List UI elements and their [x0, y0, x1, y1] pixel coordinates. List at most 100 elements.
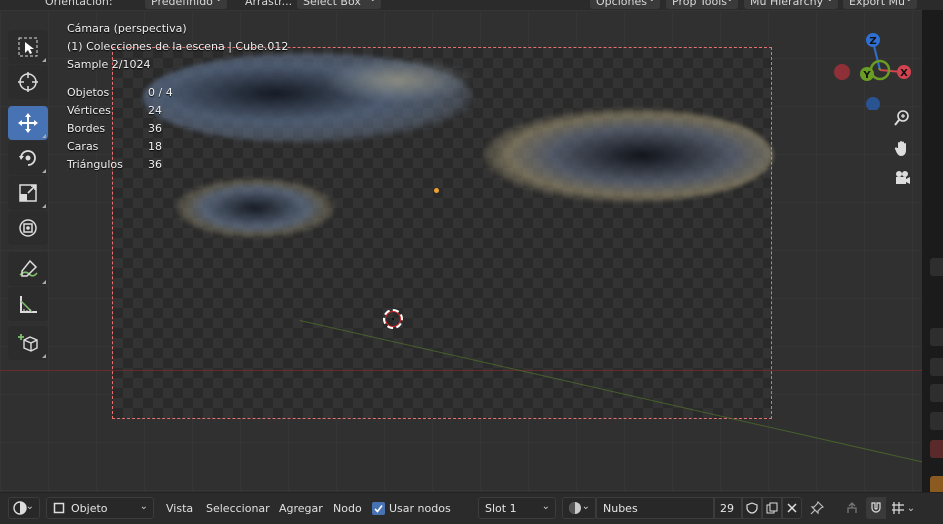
- stat-label: Caras: [67, 140, 99, 153]
- editor-type-dropdown[interactable]: ⌄: [8, 497, 40, 519]
- stat-row: Bordes 36: [67, 120, 173, 138]
- sidebar-tab[interactable]: [930, 258, 943, 276]
- menu-view[interactable]: Vista: [166, 497, 193, 519]
- camera-icon: [896, 171, 910, 184]
- arrow-up-icon: [847, 502, 857, 513]
- sidebar-tab[interactable]: [930, 328, 943, 346]
- zoom-button[interactable]: [890, 106, 914, 130]
- select-box-tool[interactable]: [8, 30, 48, 64]
- move-icon: [18, 113, 38, 133]
- duplicate-icon: [766, 502, 778, 514]
- hand-icon: [894, 141, 906, 156]
- stat-row: Objetos 0 / 4: [67, 84, 173, 102]
- menu-node[interactable]: Nodo: [333, 497, 362, 519]
- annotate-icon: [19, 259, 38, 277]
- object-icon: [53, 502, 65, 514]
- x-axis-line: [0, 370, 922, 371]
- view-name: Cámara (perspectiva): [67, 22, 187, 35]
- scene-statistics: Objetos 0 / 4 Vértices 24 Bordes 36 Caras 18…: [67, 84, 173, 174]
- object-mode-label: Objeto: [71, 501, 108, 515]
- fake-user-button[interactable]: [742, 497, 762, 519]
- add-cube-icon: [18, 334, 38, 352]
- menu-add[interactable]: Agregar: [279, 497, 323, 519]
- 3d-viewport[interactable]: Cámara (perspectiva) (1) Colecciones de …: [0, 10, 922, 492]
- measure-tool[interactable]: [8, 287, 48, 321]
- object-origin[interactable]: [434, 188, 439, 193]
- move-tool[interactable]: [8, 106, 48, 140]
- stat-row: Triángulos 36: [67, 156, 173, 174]
- sidebar-tab[interactable]: [930, 440, 943, 458]
- object-mode-dropdown[interactable]: Objeto ⌄: [46, 497, 154, 519]
- z-axis-label: Z: [869, 36, 876, 47]
- prop-tools-dropdown[interactable]: Prop Tools: [666, 0, 738, 9]
- zoom-icon: [894, 110, 909, 126]
- annotate-tool[interactable]: [8, 252, 48, 286]
- drag-label[interactable]: Arrastr...: [245, 0, 292, 9]
- transform-tool[interactable]: [8, 211, 48, 245]
- rotate-tool[interactable]: [8, 141, 48, 175]
- collection-path: (1) Colecciones de la escena | Cube.012: [67, 40, 289, 53]
- axis-gizmo: Z Y X: [834, 33, 911, 111]
- stat-label: Triángulos: [67, 158, 123, 171]
- scale-tool[interactable]: [8, 176, 48, 210]
- camera-view-button[interactable]: [890, 166, 914, 190]
- measure-icon: [20, 296, 37, 313]
- cursor-tool[interactable]: [8, 65, 48, 99]
- magnet-icon: [871, 502, 881, 513]
- add-cube-tool[interactable]: [8, 326, 48, 360]
- x-axis-label: X: [900, 68, 908, 79]
- close-icon: [787, 503, 797, 513]
- stat-value: 0 / 4: [148, 86, 173, 99]
- sidebar-tab[interactable]: [930, 358, 943, 376]
- material-sphere-icon: [569, 502, 581, 514]
- stat-row: Caras 18: [67, 138, 173, 156]
- unlink-material-button[interactable]: [782, 497, 802, 519]
- user-count-value: 29: [720, 501, 734, 515]
- select-mode-dropdown[interactable]: Select Box: [297, 0, 381, 9]
- 3d-cursor[interactable]: [383, 309, 403, 329]
- pan-button[interactable]: [890, 136, 914, 160]
- snap-toggle[interactable]: [866, 497, 886, 519]
- use-nodes-toggle[interactable]: Usar nodos: [372, 497, 451, 519]
- sample-count: Sample 2/1024: [67, 58, 151, 71]
- mu-hierarchy-dropdown[interactable]: Mu Hierarchy: [744, 0, 838, 9]
- material-name: Nubes: [603, 501, 638, 515]
- sidebar-tab[interactable]: [930, 412, 943, 430]
- parent-node-tree-button[interactable]: [842, 497, 862, 519]
- user-count[interactable]: 29: [714, 497, 742, 519]
- duplicate-material-button[interactable]: [762, 497, 782, 519]
- snap-settings-dropdown[interactable]: ⌄: [888, 497, 918, 519]
- viewport-header: Orientación: Predefinido Arrastr... Sele…: [0, 0, 943, 10]
- stat-value: 18: [148, 140, 162, 153]
- cursor-icon: [18, 72, 38, 92]
- cloud-top-left-highlight: [323, 58, 473, 103]
- menu-select[interactable]: Seleccionar: [206, 497, 270, 519]
- material-name-field[interactable]: Nubes: [596, 497, 714, 519]
- node-editor-header: ⌄ Objeto ⌄ Vista Seleccionar Agregar Nod…: [0, 492, 943, 524]
- viewport-info: Cámara (perspectiva) (1) Colecciones de …: [67, 20, 288, 74]
- sidebar-tab[interactable]: [930, 384, 943, 402]
- export-mu-dropdown[interactable]: Export Mu: [843, 0, 917, 9]
- slot-label: Slot 1: [485, 501, 517, 515]
- sidebar-edge: [922, 10, 943, 494]
- camera-frame: [112, 47, 773, 419]
- stat-value: 36: [148, 158, 162, 171]
- stat-row: Vértices 24: [67, 102, 173, 120]
- stat-value: 24: [148, 104, 162, 117]
- pin-icon: [810, 501, 824, 515]
- snap-grid-icon: [891, 502, 904, 514]
- select-box-icon: [18, 37, 38, 57]
- use-nodes-label: Usar nodos: [389, 501, 451, 515]
- orientation-label: Orientación:: [45, 0, 113, 8]
- material-browse-dropdown[interactable]: ⌄: [562, 497, 596, 519]
- options-dropdown[interactable]: Opciones: [590, 0, 660, 9]
- checkbox-icon[interactable]: [372, 501, 385, 515]
- pin-button[interactable]: [807, 497, 827, 519]
- slot-dropdown[interactable]: Slot 1 ⌄: [478, 497, 556, 519]
- navigation-gizmo[interactable]: Z Y X: [826, 20, 922, 111]
- stat-label: Bordes: [67, 122, 106, 135]
- negative-z-handle: [866, 97, 880, 111]
- pivot-dropdown[interactable]: Predefinido: [145, 0, 227, 9]
- cloud-right: [483, 108, 773, 203]
- blender-window: Orientación: Predefinido Arrastr... Sele…: [0, 0, 943, 524]
